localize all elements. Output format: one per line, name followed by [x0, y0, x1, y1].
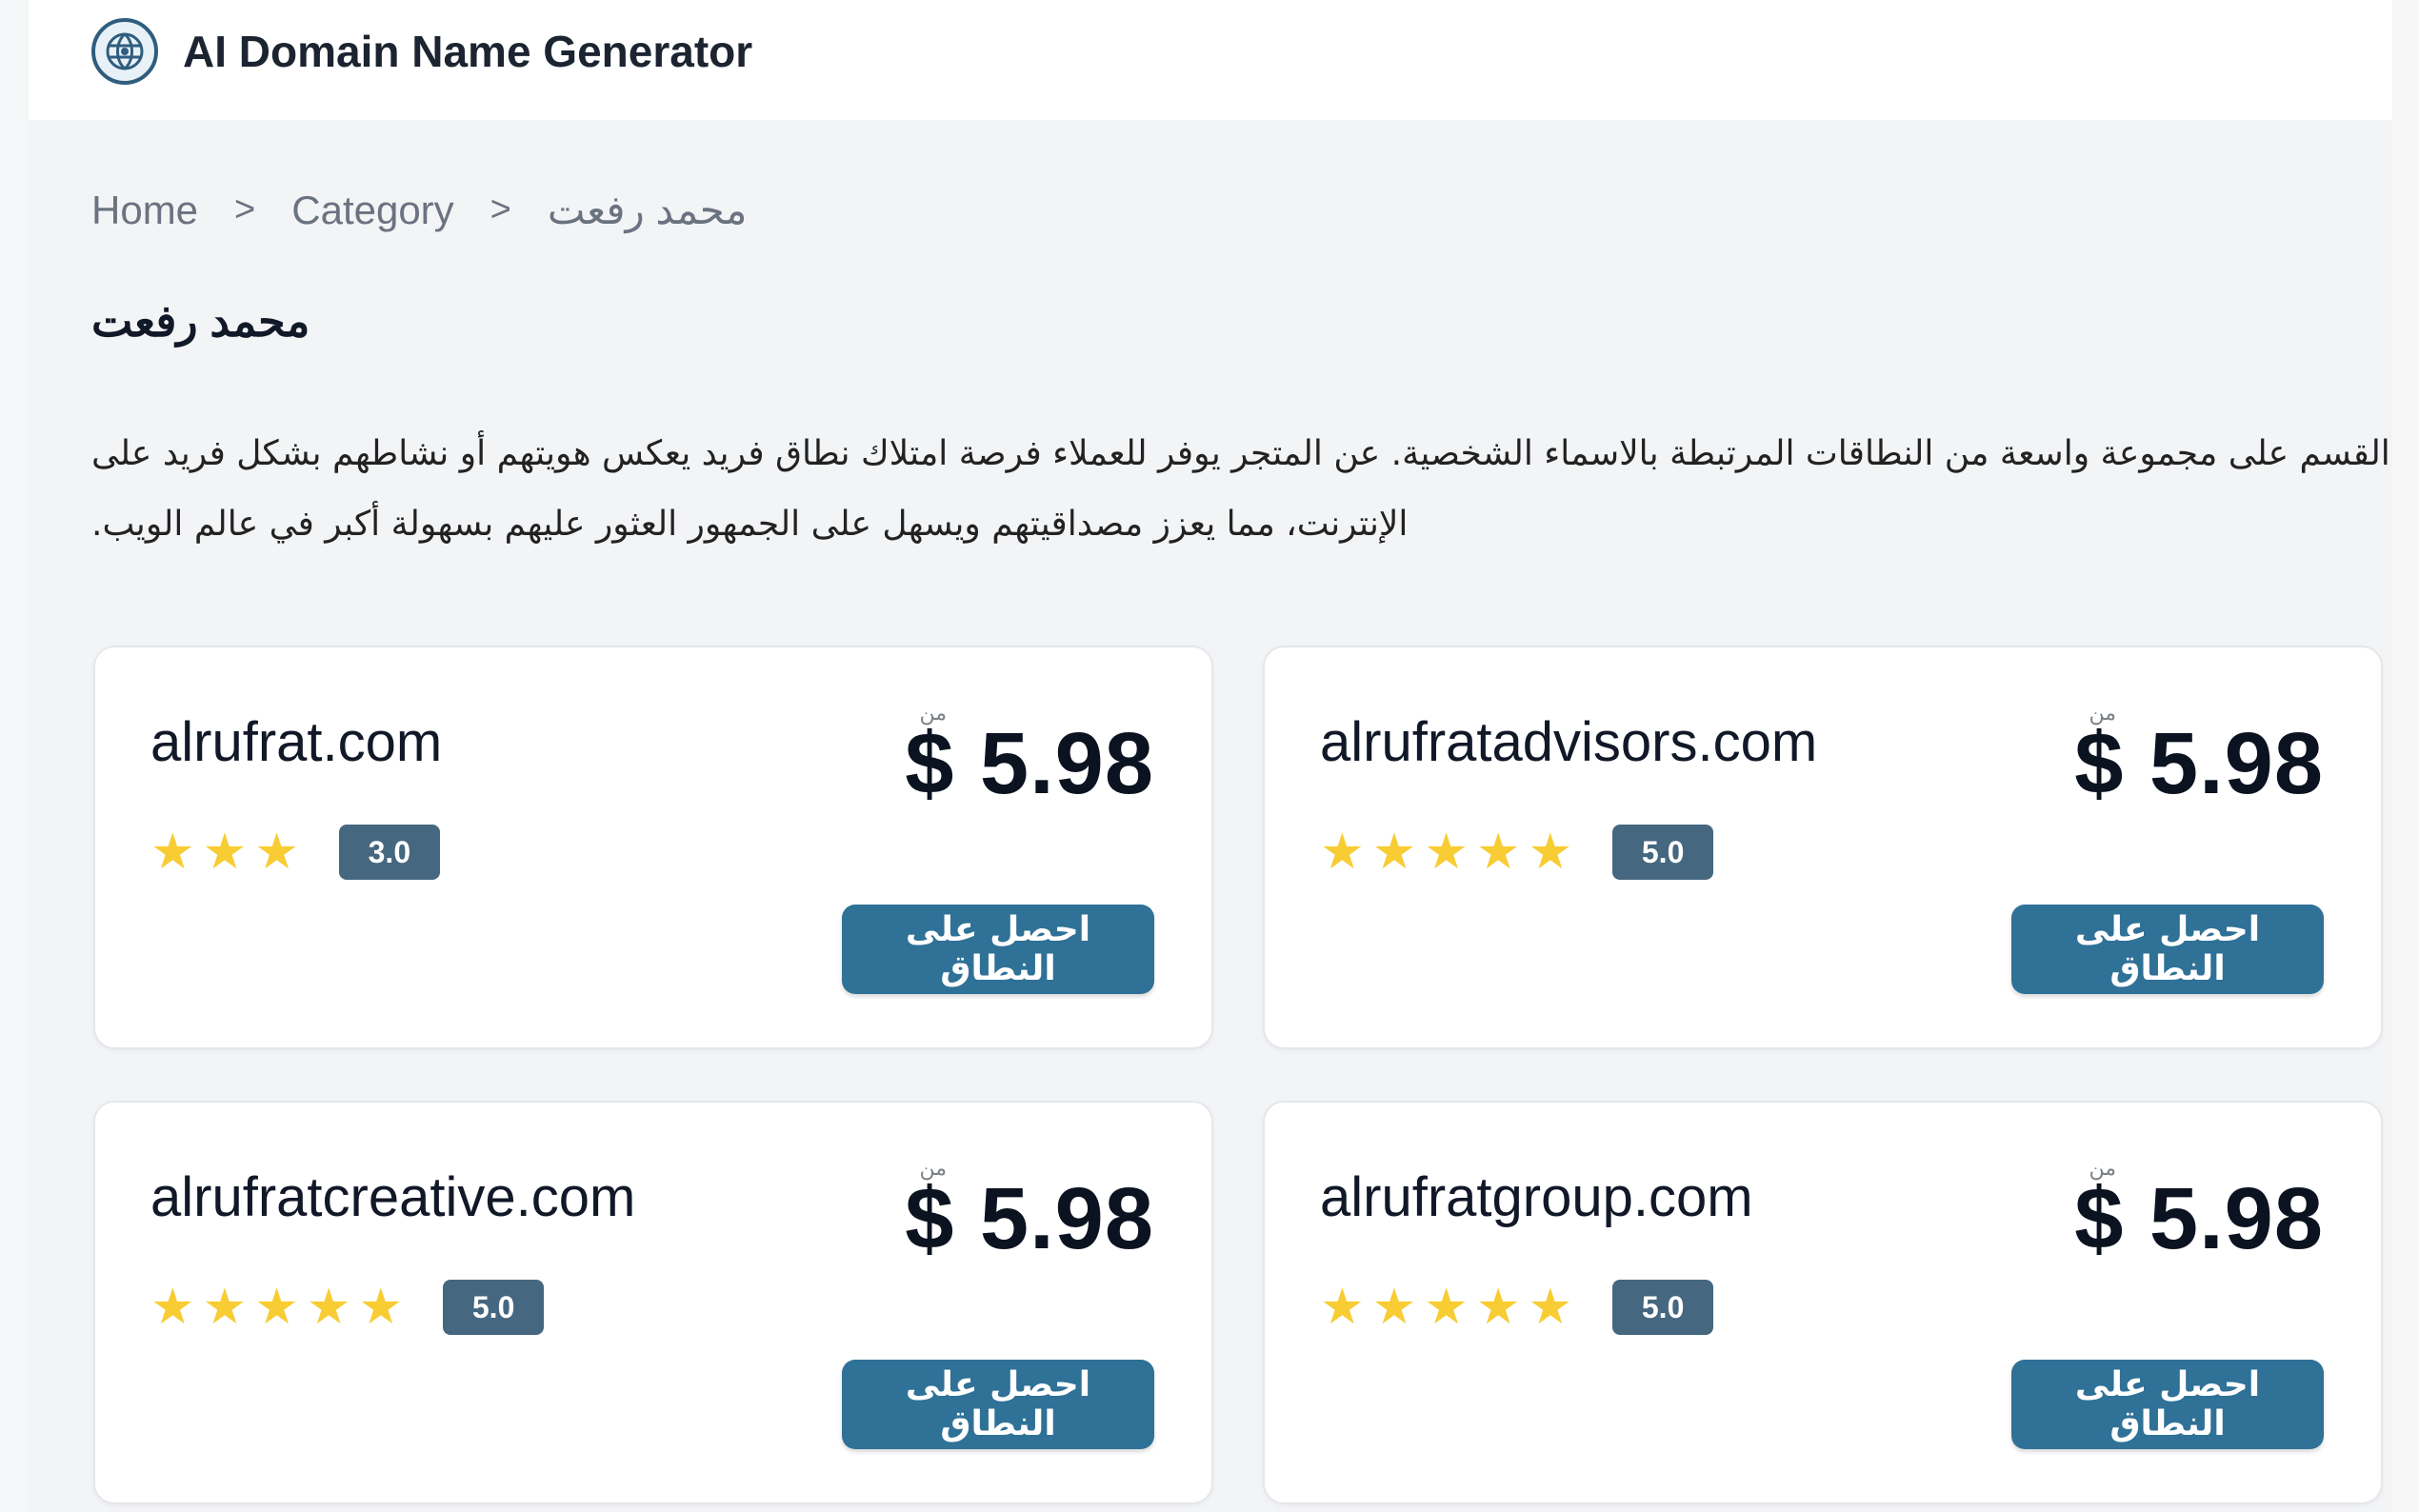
breadcrumb-separator: > — [234, 189, 256, 229]
star-icon: ★ — [1475, 1280, 1521, 1335]
rating-badge: 5.0 — [443, 1280, 545, 1335]
domain-card: alrufrat.com من $ 5.98 ★ ★ ★ 3.0 احصل عل… — [93, 646, 1213, 1049]
brand-name[interactable]: AI Domain Name Generator — [183, 23, 752, 80]
breadcrumb-separator: > — [490, 189, 511, 229]
star-icon: ★ — [1424, 1280, 1469, 1335]
domain-price: $ 5.98 — [905, 715, 1154, 812]
star-icon: ★ — [150, 825, 195, 880]
brain-globe-icon[interactable] — [91, 18, 158, 85]
domain-name[interactable]: alrufrat.com — [150, 710, 442, 774]
domain-price: $ 5.98 — [2074, 1170, 2324, 1267]
star-icon: ★ — [1528, 825, 1573, 880]
domain-name[interactable]: alrufratadvisors.com — [1320, 710, 1817, 774]
star-rating: ★ ★ ★ ★ ★ 5.0 — [1320, 1280, 1714, 1335]
star-icon: ★ — [358, 1280, 404, 1335]
left-gutter — [0, 0, 29, 1512]
page-title: محمد رفعت — [91, 296, 310, 346]
breadcrumb-category[interactable]: Category — [291, 188, 453, 233]
star-rating: ★ ★ ★ 3.0 — [150, 825, 440, 880]
domain-card: alrufratcreative.com من $ 5.98 ★ ★ ★ ★ ★… — [93, 1101, 1213, 1504]
get-domain-button[interactable]: احصل على النطاق — [842, 1360, 1154, 1449]
star-icon: ★ — [202, 825, 248, 880]
get-domain-button[interactable]: احصل على النطاق — [2011, 905, 2324, 994]
star-icon: ★ — [306, 1280, 351, 1335]
breadcrumb-current: محمد رفعت — [547, 188, 748, 232]
breadcrumb: Home > Category > محمد رفعت — [91, 187, 747, 233]
domain-price: $ 5.98 — [905, 1170, 1154, 1267]
domain-name[interactable]: alrufratgroup.com — [1320, 1165, 1753, 1229]
get-domain-button[interactable]: احصل على النطاق — [2011, 1360, 2324, 1449]
rating-badge: 3.0 — [338, 825, 440, 880]
domain-card: alrufratadvisors.com من $ 5.98 ★ ★ ★ ★ ★… — [1263, 646, 2383, 1049]
domain-card: alrufratgroup.com من $ 5.98 ★ ★ ★ ★ ★ 5.… — [1263, 1101, 2383, 1504]
get-domain-button[interactable]: احصل على النطاق — [842, 905, 1154, 994]
star-icon: ★ — [1528, 1280, 1573, 1335]
star-icon: ★ — [254, 825, 299, 880]
star-icon: ★ — [202, 1280, 248, 1335]
star-icon: ★ — [1320, 825, 1365, 880]
domain-price: $ 5.98 — [2074, 715, 2324, 812]
domain-name[interactable]: alrufratcreative.com — [150, 1165, 635, 1229]
star-icon: ★ — [1371, 1280, 1417, 1335]
star-icon: ★ — [1320, 1280, 1365, 1335]
right-gutter — [2392, 0, 2419, 1512]
breadcrumb-home[interactable]: Home — [91, 188, 198, 233]
star-icon: ★ — [1424, 825, 1469, 880]
top-bar: AI Domain Name Generator — [29, 0, 2392, 120]
star-icon: ★ — [254, 1280, 299, 1335]
star-icon: ★ — [1371, 825, 1417, 880]
logo-graphic — [106, 32, 144, 70]
rating-badge: 5.0 — [1612, 825, 1714, 880]
category-description: القسم على مجموعة واسعة من النطاقات المرت… — [91, 434, 2390, 544]
star-rating: ★ ★ ★ ★ ★ 5.0 — [1320, 825, 1714, 880]
rating-badge: 5.0 — [1612, 1280, 1714, 1335]
star-icon: ★ — [150, 1280, 195, 1335]
star-rating: ★ ★ ★ ★ ★ 5.0 — [150, 1280, 545, 1335]
star-icon: ★ — [1475, 825, 1521, 880]
